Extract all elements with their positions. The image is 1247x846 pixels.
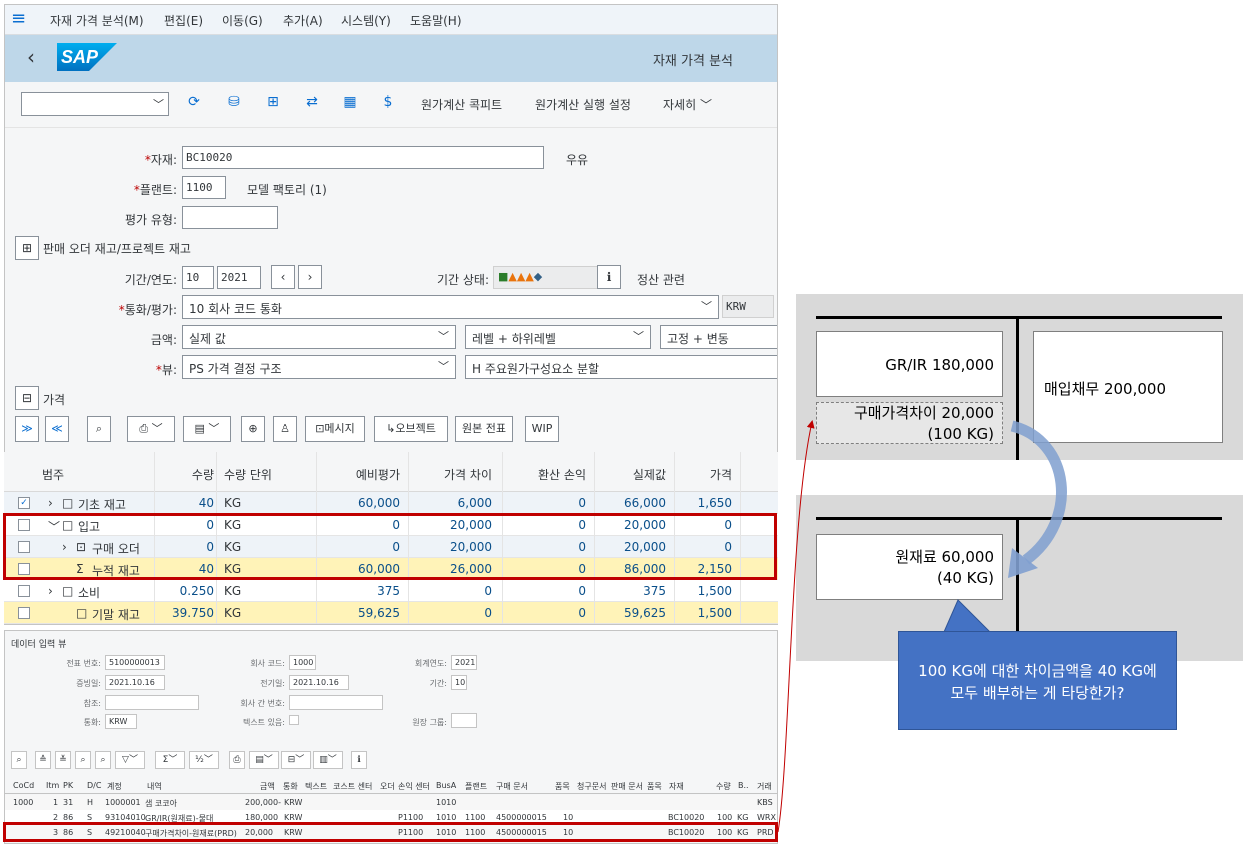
callout-pointer xyxy=(943,599,992,633)
link-arrow xyxy=(777,420,815,833)
flow-arrow xyxy=(1010,420,1067,565)
question-callout: 100 KG에 대한 차이금액을 40 KG에 모두 배부하는 게 타당한가? xyxy=(898,631,1177,730)
